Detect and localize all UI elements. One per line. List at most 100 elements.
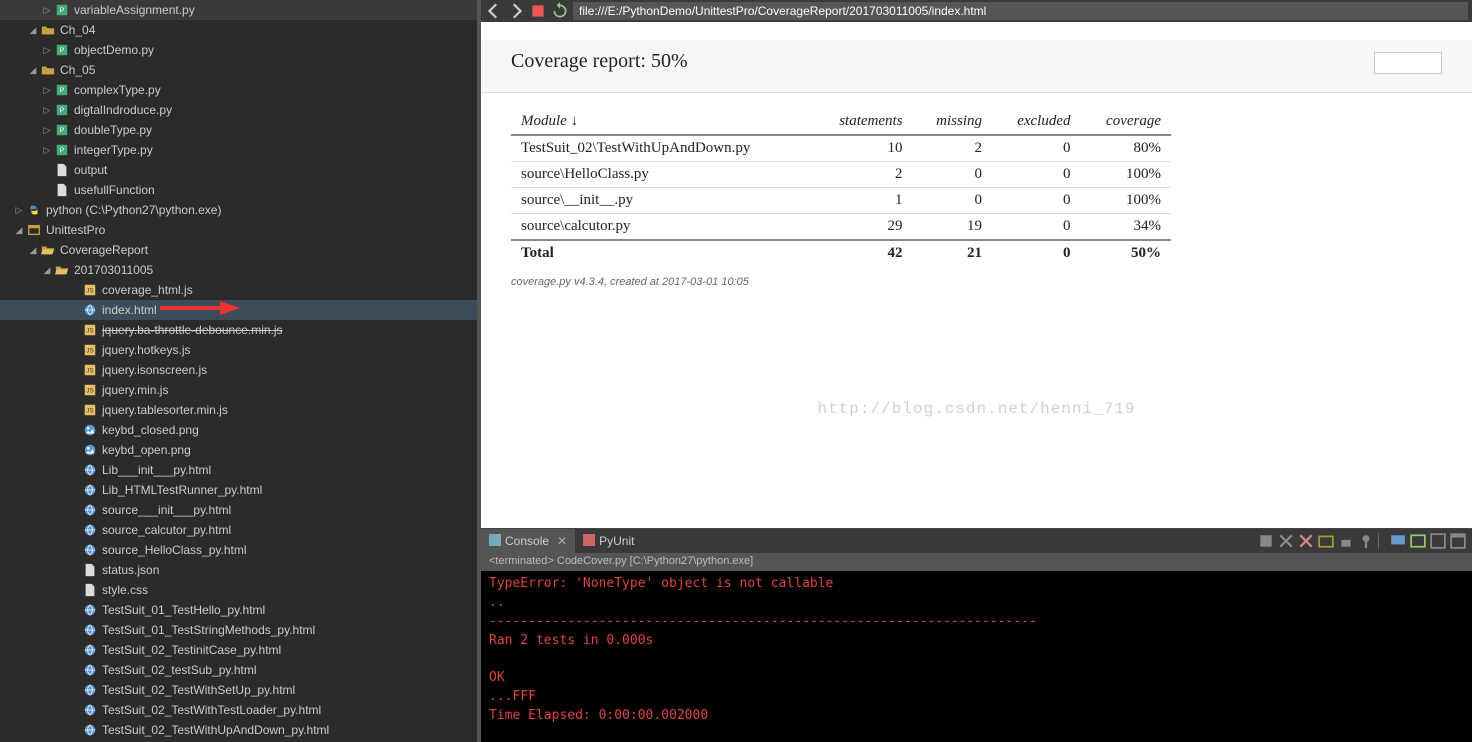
back-button[interactable] — [485, 2, 503, 20]
tree-item[interactable]: keybd_open.png — [0, 440, 477, 460]
tree-item[interactable]: JSjquery.hotkeys.js — [0, 340, 477, 360]
tree-item[interactable]: status.json — [0, 560, 477, 580]
folder-icon — [40, 62, 56, 78]
display-icon[interactable] — [1390, 533, 1406, 549]
expand-arrow-icon[interactable]: ▷ — [40, 5, 54, 16]
tree-item-label: usefullFunction — [74, 183, 155, 197]
svg-text:JS: JS — [86, 348, 93, 355]
tree-item[interactable]: keybd_closed.png — [0, 420, 477, 440]
expand-arrow-icon[interactable]: ▷ — [40, 85, 54, 96]
pin-icon[interactable] — [1358, 533, 1374, 549]
tree-item[interactable]: source___init___py.html — [0, 500, 477, 520]
remove-all-icon[interactable] — [1298, 533, 1314, 549]
tree-item[interactable]: ▷PobjectDemo.py — [0, 40, 477, 60]
expand-arrow-icon[interactable]: ▷ — [12, 205, 26, 216]
cell-excluded: 0 — [992, 135, 1080, 162]
tree-item[interactable]: Lib_HTMLTestRunner_py.html — [0, 480, 477, 500]
project-explorer[interactable]: ▷PvariableAssignment.py◢Ch_04▷PobjectDem… — [0, 0, 477, 742]
tree-item[interactable]: JSjquery.min.js — [0, 380, 477, 400]
coverage-table: Module ↓ statements missing excluded cov… — [511, 107, 1171, 266]
table-row[interactable]: TestSuit_02\TestWithUpAndDown.py102080% — [511, 135, 1171, 162]
filter-input[interactable] — [1374, 52, 1442, 74]
expand-arrow-icon[interactable]: ▷ — [40, 125, 54, 136]
tree-item[interactable]: usefullFunction — [0, 180, 477, 200]
file-icon — [54, 182, 70, 198]
clear-icon[interactable] — [1318, 533, 1334, 549]
cell-module: TestSuit_02\TestWithUpAndDown.py — [511, 135, 812, 162]
tree-item[interactable]: ◢Ch_04 — [0, 20, 477, 40]
tree-item[interactable]: ▷PdigtalIndroduce.py — [0, 100, 477, 120]
tree-item[interactable]: ▷PintegerType.py — [0, 140, 477, 160]
col-excluded[interactable]: excluded — [992, 107, 1080, 135]
tree-item[interactable]: Lib___init___py.html — [0, 460, 477, 480]
expand-arrow-icon[interactable]: ◢ — [40, 265, 54, 276]
open-console-icon[interactable] — [1410, 533, 1426, 549]
tree-item[interactable]: output — [0, 160, 477, 180]
img-icon — [82, 442, 98, 458]
tree-item[interactable]: TestSuit_02_TestWithSetUp_py.html — [0, 680, 477, 700]
tree-item-label: source_calcutor_py.html — [102, 523, 231, 537]
tree-item[interactable]: index.html — [0, 300, 477, 320]
refresh-button[interactable] — [551, 2, 569, 20]
tree-item[interactable]: ◢UnittestPro — [0, 220, 477, 240]
tree-item[interactable]: TestSuit_02_testSub_py.html — [0, 660, 477, 680]
tree-item[interactable]: JSjquery.isonscreen.js — [0, 360, 477, 380]
tree-item[interactable]: TestSuit_01_TestStringMethods_py.html — [0, 620, 477, 640]
tree-item[interactable]: JSjquery.ba-throttle-debounce.min.js — [0, 320, 477, 340]
svg-text:P: P — [60, 128, 65, 135]
tab-pyunit[interactable]: PyUnit — [575, 529, 642, 553]
tree-item[interactable]: ◢201703011005 — [0, 260, 477, 280]
console-line: Ran 2 tests in 0.000s — [489, 632, 1464, 651]
html-icon — [82, 502, 98, 518]
cell-coverage: 100% — [1081, 188, 1172, 214]
close-icon[interactable]: ✕ — [557, 534, 567, 548]
cell-excluded: 0 — [992, 188, 1080, 214]
tree-item-label: variableAssignment.py — [74, 3, 195, 17]
expand-arrow-icon[interactable]: ▷ — [40, 45, 54, 56]
expand-arrow-icon[interactable]: ◢ — [26, 245, 40, 256]
remove-icon[interactable] — [1278, 533, 1294, 549]
tree-item[interactable]: ▷PcomplexType.py — [0, 80, 477, 100]
tree-item[interactable]: source_HelloClass_py.html — [0, 540, 477, 560]
tree-item-label: status.json — [102, 563, 159, 577]
tree-item[interactable]: JScoverage_html.js — [0, 280, 477, 300]
tree-item[interactable]: TestSuit_02_TestWithUpAndDown_py.html — [0, 720, 477, 740]
expand-arrow-icon[interactable]: ◢ — [26, 65, 40, 76]
tree-item[interactable]: ◢CoverageReport — [0, 240, 477, 260]
expand-arrow-icon[interactable]: ▷ — [40, 145, 54, 156]
forward-button[interactable] — [507, 2, 525, 20]
expand-arrow-icon[interactable]: ◢ — [26, 25, 40, 36]
terminate-icon[interactable] — [1258, 533, 1274, 549]
tab-console[interactable]: Console ✕ — [481, 529, 575, 553]
table-row[interactable]: source\__init__.py100100% — [511, 188, 1171, 214]
tree-item[interactable]: JSjquery.tablesorter.min.js — [0, 400, 477, 420]
scroll-lock-icon[interactable] — [1338, 533, 1354, 549]
js-icon: JS — [82, 382, 98, 398]
tree-item[interactable]: ▷PvariableAssignment.py — [0, 0, 477, 20]
tree-item[interactable]: ◢Ch_05 — [0, 60, 477, 80]
col-module[interactable]: Module ↓ — [511, 107, 812, 135]
tree-item[interactable]: TestSuit_02_TestinitCase_py.html — [0, 640, 477, 660]
tree-item[interactable]: TestSuit_02_TestWithTestLoader_py.html — [0, 700, 477, 720]
tree-item-label: TestSuit_02_TestWithTestLoader_py.html — [102, 703, 321, 717]
expand-arrow-icon[interactable]: ◢ — [12, 225, 26, 236]
table-row[interactable]: source\calcutor.py2919034% — [511, 214, 1171, 241]
tree-item-label: output — [74, 163, 107, 177]
tree-item[interactable]: style.css — [0, 580, 477, 600]
col-statements[interactable]: statements — [812, 107, 913, 135]
table-row[interactable]: source\HelloClass.py200100% — [511, 162, 1171, 188]
expand-arrow-icon[interactable]: ▷ — [40, 105, 54, 116]
tree-item[interactable]: TestSuit_01_TestHello_py.html — [0, 600, 477, 620]
console-output[interactable]: TypeError: 'NoneType' object is not call… — [481, 571, 1472, 742]
col-coverage[interactable]: coverage — [1081, 107, 1172, 135]
tree-item[interactable]: source_calcutor_py.html — [0, 520, 477, 540]
col-missing[interactable]: missing — [913, 107, 992, 135]
tree-item[interactable]: ▷PdoubleType.py — [0, 120, 477, 140]
tree-item[interactable]: ▷python (C:\Python27\python.exe) — [0, 200, 477, 220]
stop-button[interactable] — [529, 2, 547, 20]
minimize-icon[interactable] — [1430, 533, 1446, 549]
maximize-icon[interactable] — [1450, 533, 1466, 549]
tree-item-label: index.html — [102, 303, 157, 317]
url-field[interactable] — [573, 2, 1468, 20]
console-line: Time Elapsed: 0:00:00.002000 — [489, 707, 1464, 726]
